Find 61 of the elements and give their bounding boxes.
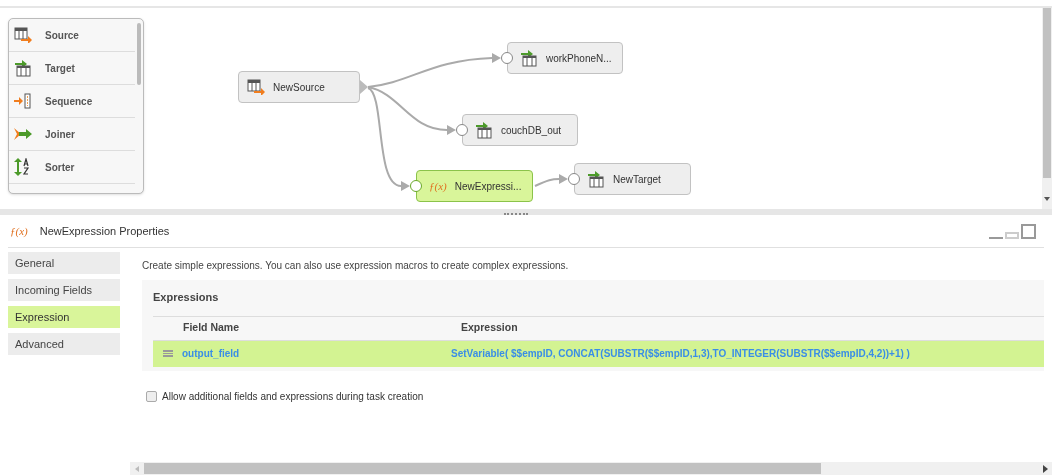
table-arrow-icon xyxy=(14,27,32,43)
palette-item[interactable]: Target xyxy=(9,52,135,85)
input-port-icon[interactable] xyxy=(501,52,513,64)
column-header: Expression xyxy=(461,320,518,336)
mapping-node[interactable]: NewSource xyxy=(238,71,360,103)
checkbox[interactable] xyxy=(146,390,157,402)
function-icon: ƒ(x) xyxy=(429,177,447,195)
arrow-table-icon xyxy=(520,49,538,67)
palette-item[interactable]: Sorter xyxy=(9,151,135,184)
scroll-down-icon[interactable] xyxy=(1044,197,1050,201)
palette-item-label: Target xyxy=(45,61,75,76)
scroll-right-icon[interactable] xyxy=(1043,464,1048,473)
grip-icon[interactable] xyxy=(504,212,528,215)
sequence-icon xyxy=(14,93,32,109)
arrow-table-icon xyxy=(475,121,493,139)
connector-arrow xyxy=(534,174,568,187)
palette-item[interactable]: Joiner xyxy=(9,118,135,151)
node-label: NewTarget xyxy=(613,172,661,187)
mapping-node[interactable]: couchDB_out xyxy=(462,114,578,146)
table-cell-text: output_field xyxy=(182,347,241,361)
drag-handle-icon[interactable] xyxy=(163,350,173,357)
input-port-icon[interactable] xyxy=(456,124,468,136)
merge-arrow-icon xyxy=(14,127,32,141)
node-label: NewSource xyxy=(273,80,325,95)
palette-item[interactable]: Source xyxy=(9,19,135,52)
panel-title: NewExpression Properties xyxy=(39,223,170,239)
palette-item[interactable]: Sequence xyxy=(9,85,135,118)
minimize-icon[interactable] xyxy=(989,236,1003,239)
node-label: NewExpressi... xyxy=(454,179,522,194)
mapping-node[interactable]: ƒ(x) NewExpressi... xyxy=(416,170,533,202)
restore-icon[interactable] xyxy=(1005,231,1019,239)
function-icon: ƒ(x) xyxy=(10,222,28,240)
mapping-node[interactable]: NewTarget xyxy=(574,163,691,195)
palette-item-label: Sorter xyxy=(45,160,75,175)
column-header: Field Name xyxy=(182,320,241,336)
mapping-node[interactable]: workPhoneN... xyxy=(507,42,623,74)
arrow-table-icon xyxy=(587,170,605,188)
checkbox-label: Allow additional fields and expressions during task creation xyxy=(162,389,424,404)
arrow-table-icon xyxy=(14,59,32,77)
input-port-icon[interactable] xyxy=(410,180,422,192)
table-cell-text: SetVariable( $$empID, CONCAT(SUBSTR($$empID,1,3),TO_INTEGER(SUBSTR($$empID,4,2))+1) ) xyxy=(451,347,910,361)
scrollbar-thumb[interactable] xyxy=(144,463,821,474)
input-port-icon[interactable] xyxy=(568,173,580,185)
sort-icon xyxy=(14,158,32,176)
table-arrow-icon xyxy=(247,79,265,95)
side-tab[interactable]: Incoming Fields xyxy=(8,279,120,301)
side-tab[interactable]: Advanced xyxy=(8,333,120,355)
palette-item-label: Joiner xyxy=(45,127,75,142)
node-label: workPhoneN... xyxy=(546,51,612,66)
section-title: Expressions xyxy=(153,289,1044,317)
palette-item-label: Sequence xyxy=(45,94,93,109)
palette-item-label: Source xyxy=(45,28,79,43)
scroll-left-icon[interactable] xyxy=(135,465,139,472)
horizontal-scrollbar[interactable] xyxy=(130,462,1052,475)
side-tab[interactable]: Expression xyxy=(8,306,120,328)
scrollbar-thumb[interactable] xyxy=(137,23,141,85)
vertical-scrollbar[interactable] xyxy=(1042,8,1052,209)
maximize-icon[interactable] xyxy=(1021,223,1036,239)
description-text: Create simple expressions. You can also use expression macros to create complex expressions. xyxy=(142,259,570,273)
side-tab[interactable]: General xyxy=(8,252,120,274)
node-label: couchDB_out xyxy=(501,123,562,138)
